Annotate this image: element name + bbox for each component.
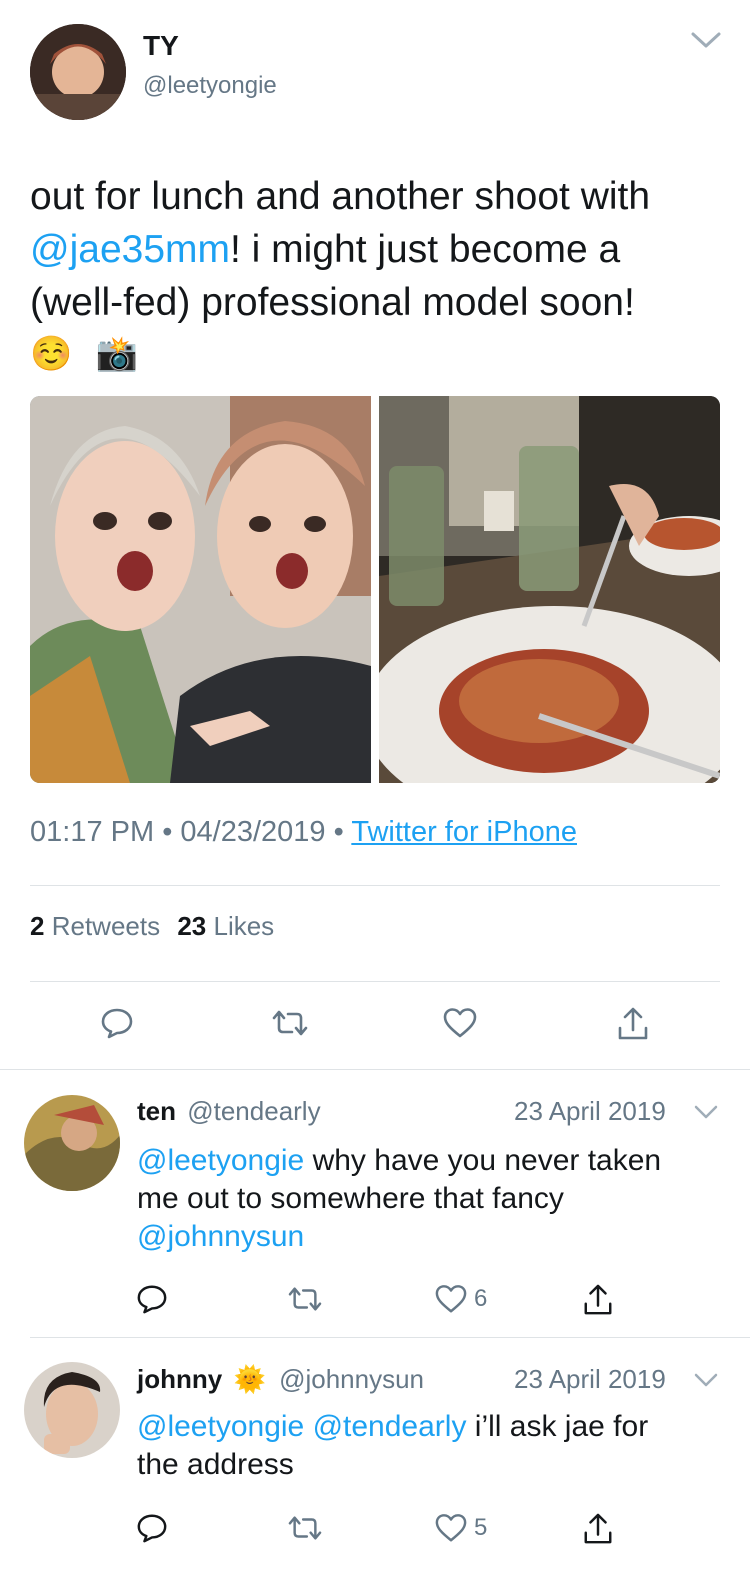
retweet-icon: [272, 1010, 308, 1036]
divider: [30, 1337, 750, 1338]
reply-header: johnny 🌞 @johnnysun: [137, 1364, 424, 1395]
tweet-photo-pasta[interactable]: [379, 396, 720, 783]
author-avatar[interactable]: [30, 24, 126, 120]
reply-header: ten @tendearly: [137, 1096, 321, 1127]
avatar-photo: [24, 1362, 120, 1458]
selfie-photo: [30, 396, 371, 783]
tweet-date: 04/23/2019: [180, 816, 326, 848]
share-icon: [584, 1513, 612, 1544]
reply-handle[interactable]: @johnnysun: [279, 1364, 424, 1394]
reply-icon: [137, 1514, 167, 1543]
like-button[interactable]: [442, 1006, 478, 1040]
mention-link[interactable]: @leetyongie: [137, 1410, 304, 1443]
reply-display-name[interactable]: johnny: [137, 1364, 222, 1394]
tweet-photo-selfie[interactable]: [30, 396, 371, 783]
retweet-button[interactable]: [286, 1283, 324, 1315]
mention-link[interactable]: @jae35mm: [30, 228, 230, 271]
chevron-down-icon[interactable]: [690, 30, 722, 50]
reply-button[interactable]: [136, 1512, 168, 1544]
reply-text: @leetyongie why have you never taken me …: [137, 1144, 662, 1253]
reply-actions: 6: [0, 1283, 750, 1343]
like-button[interactable]: 6: [434, 1283, 487, 1315]
retweets-stat[interactable]: 2 Retweets: [30, 911, 160, 941]
chevron-down-icon[interactable]: [694, 1104, 718, 1120]
reply-avatar[interactable]: [24, 1362, 120, 1458]
reply-avatar[interactable]: [24, 1095, 120, 1191]
meta-separator: •: [333, 816, 352, 848]
tweet-source-link[interactable]: Twitter for iPhone: [351, 816, 577, 848]
tweet-text-line3: (well-fed) professional model soon!: [30, 281, 635, 324]
mention-link[interactable]: @tendearly: [313, 1410, 467, 1443]
reply-date: 23 April 2019: [514, 1364, 666, 1394]
reply-icon: [137, 1285, 167, 1314]
meta-separator: •: [162, 816, 181, 848]
like-count: 5: [474, 1514, 488, 1541]
tweet-meta: 01:17 PM • 04/23/2019 • Twitter for iPho…: [30, 816, 577, 849]
share-icon: [618, 1007, 648, 1040]
share-icon: [584, 1284, 612, 1315]
retweet-icon: [288, 1287, 322, 1311]
reply-icon: [101, 1008, 133, 1039]
author-handle[interactable]: @leetyongie: [143, 72, 277, 100]
tweet-text-line2: @jae35mm! i might just become a: [30, 228, 621, 271]
reply-handle[interactable]: @tendearly: [187, 1096, 320, 1126]
reply-display-name[interactable]: ten: [137, 1096, 176, 1126]
share-button[interactable]: [582, 1283, 614, 1317]
reply-actions: 5: [0, 1512, 750, 1569]
divider: [30, 885, 720, 886]
tweet-stats: 2 Retweets 23 Likes: [30, 911, 274, 942]
pasta-photo: [379, 396, 720, 783]
share-button[interactable]: [582, 1512, 614, 1546]
reply-button[interactable]: [136, 1283, 168, 1315]
main-tweet-actions: [0, 1006, 750, 1066]
likes-stat[interactable]: 23 Likes: [177, 911, 274, 941]
tweet-text: out for lunch and another shoot with @ja…: [30, 170, 730, 379]
camera-flash-emoji: 📸: [95, 335, 139, 373]
retweet-button[interactable]: [270, 1006, 310, 1040]
tweet-emojis: ☺️ 📸: [30, 329, 730, 379]
mention-link[interactable]: @johnnysun: [137, 1220, 304, 1253]
reply-text: @leetyongie @tendearly i’ll ask jae for …: [137, 1410, 649, 1481]
tweet-time: 01:17 PM: [30, 816, 155, 848]
smiling-emoji: ☺️: [30, 335, 73, 373]
retweet-button[interactable]: [286, 1512, 324, 1544]
author-display-name[interactable]: TY: [143, 30, 179, 62]
retweet-icon: [288, 1516, 322, 1540]
like-icon: [443, 1008, 477, 1038]
tweet-text-line1: out for lunch and another shoot with: [30, 175, 651, 218]
like-icon: [435, 1285, 467, 1313]
divider: [30, 981, 720, 982]
chevron-down-icon[interactable]: [694, 1372, 718, 1388]
reply-button[interactable]: [100, 1006, 134, 1040]
like-icon: [435, 1514, 467, 1542]
reply-date: 23 April 2019: [514, 1096, 666, 1126]
section-divider: [0, 1069, 750, 1070]
like-count: 6: [474, 1285, 488, 1312]
avatar-photo: [30, 24, 126, 120]
avatar-photo: [24, 1095, 120, 1191]
mention-link[interactable]: @leetyongie: [137, 1144, 304, 1177]
sun-emoji: 🌞: [233, 1364, 266, 1394]
share-button[interactable]: [616, 1006, 650, 1042]
like-button[interactable]: 5: [434, 1512, 487, 1544]
